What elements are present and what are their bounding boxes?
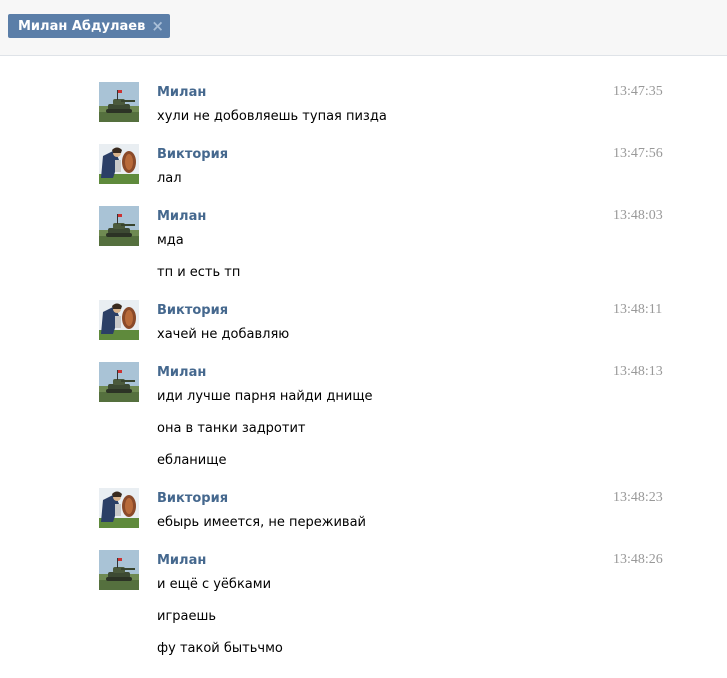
- message-author[interactable]: Милан: [157, 365, 206, 380]
- message-text: фу такой бытьчмо: [157, 641, 283, 656]
- message-author[interactable]: Милан: [157, 85, 206, 100]
- message-author[interactable]: Виктория: [157, 303, 228, 318]
- close-icon[interactable]: ×: [151, 18, 164, 34]
- message-text: ебланище: [157, 453, 227, 468]
- message-text: иди лучше парня найди днище: [157, 389, 373, 404]
- message-time: 13:48:11: [613, 302, 663, 317]
- message-time: 13:47:35: [613, 84, 663, 99]
- chat-tab[interactable]: Милан Абдулаев ×: [8, 14, 170, 38]
- message-text: играешь: [157, 609, 217, 624]
- avatar-warrior[interactable]: [99, 144, 139, 184]
- message-text: лал: [157, 171, 182, 186]
- message-text: ебырь имеется, не переживай: [157, 515, 366, 530]
- message-time: 13:48:03: [613, 208, 663, 223]
- avatar-tank[interactable]: [99, 550, 139, 590]
- message-time: 13:48:26: [613, 552, 663, 567]
- avatar-warrior[interactable]: [99, 300, 139, 340]
- avatar-tank[interactable]: [99, 362, 139, 402]
- top-bar: Милан Абдулаев ×: [0, 0, 727, 56]
- message-text: и ещё с уёбками: [157, 577, 272, 592]
- message-text: мда: [157, 233, 184, 248]
- message-author[interactable]: Виктория: [157, 491, 228, 506]
- message-text: хачей не добавляю: [157, 327, 290, 342]
- message-text: хули не добовляешь тупая пизда: [157, 109, 387, 124]
- avatar-warrior[interactable]: [99, 488, 139, 528]
- avatar-tank[interactable]: [99, 206, 139, 246]
- avatar-tank[interactable]: [99, 82, 139, 122]
- message-text: тп и есть тп: [157, 265, 241, 280]
- message-time: 13:48:23: [613, 490, 663, 505]
- message-text: она в танки задротит: [157, 421, 306, 436]
- message-author[interactable]: Виктория: [157, 147, 228, 162]
- message-time: 13:48:13: [613, 364, 663, 379]
- message-time: 13:47:56: [613, 146, 663, 161]
- message-author[interactable]: Милан: [157, 209, 206, 224]
- chat-tab-label: Милан Абдулаев: [18, 18, 146, 34]
- message-author[interactable]: Милан: [157, 553, 206, 568]
- message-history: Милан 13:47:35 хули не добовляешь тупая пи…: [0, 56, 727, 678]
